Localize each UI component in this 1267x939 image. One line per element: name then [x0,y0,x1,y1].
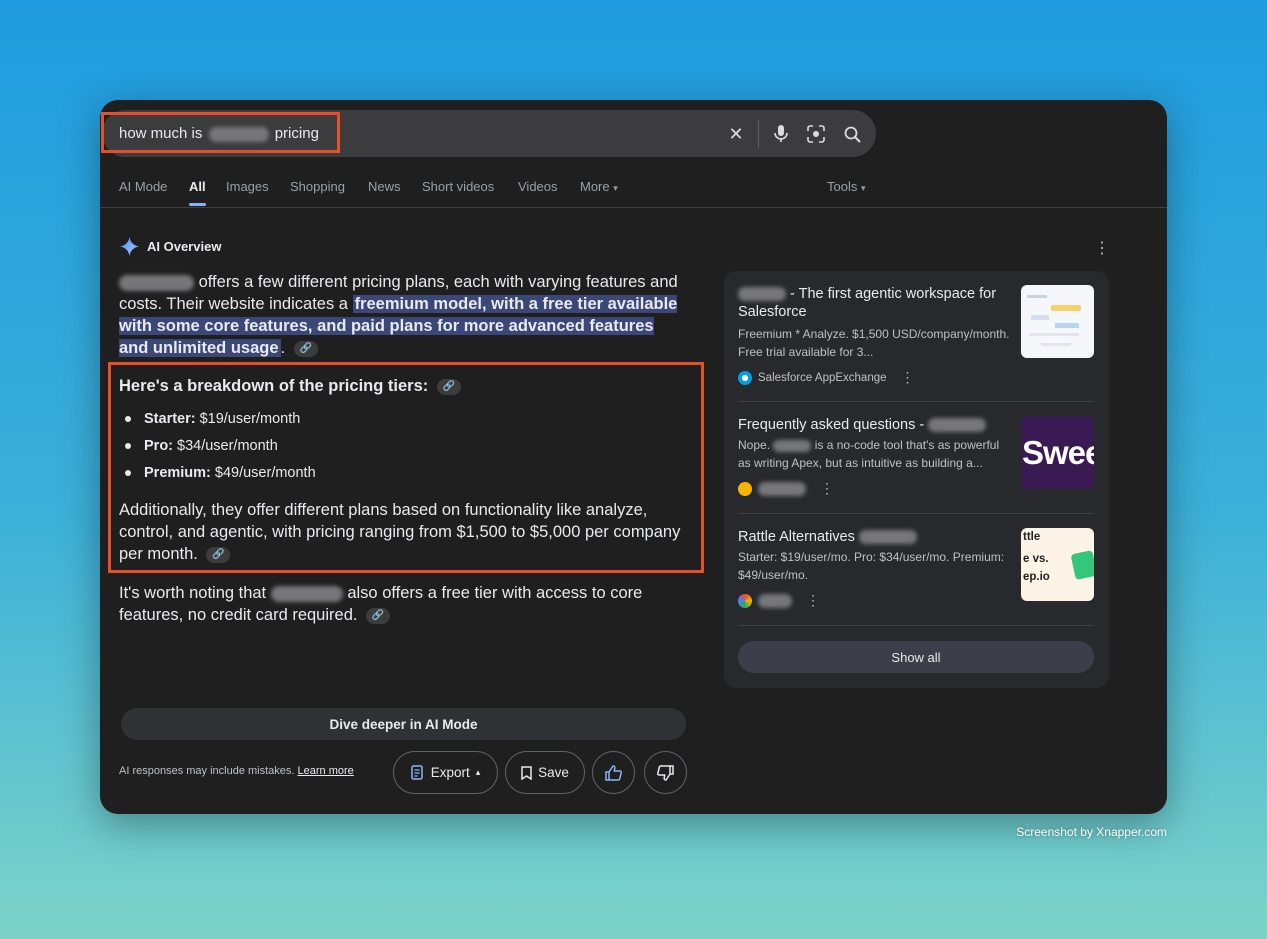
show-all-button[interactable]: Show all [738,641,1094,673]
free-tier-note: It's worth noting that also offers a fre… [119,584,643,624]
source-divider [738,625,1094,626]
more-options-icon[interactable]: ⋮ [820,480,834,497]
camera-lens-icon[interactable] [804,122,828,146]
tools-button[interactable]: Tools ▾ [827,179,866,194]
source-divider [738,401,1094,402]
overview-intro: offers a few different pricing plans, ea… [119,273,678,357]
sparkle-icon [120,237,139,256]
tab-videos[interactable]: Videos [518,179,558,194]
list-item: Premium: $49/user/month [119,459,316,486]
link-icon[interactable]: 🔗 [293,340,318,357]
source-thumbnail: Swee [1021,416,1094,489]
source-snippet: Freemium * Analyze. $1,500 USD/company/m… [738,327,1010,359]
source-card[interactable]: - The first agentic workspace for Salesf… [738,285,1094,385]
favicon-icon [738,370,752,385]
redacted-text [773,439,812,452]
search-divider [758,120,759,148]
source-thumbnail [1021,285,1094,358]
breakdown-title: Here's a breakdown of the pricing tiers:… [119,377,461,396]
tab-all[interactable]: All [189,179,206,206]
thumbs-up-button[interactable] [592,751,635,794]
sources-panel: - The first agentic workspace for Salesf… [724,271,1109,688]
more-options-icon[interactable]: ⋮ [901,369,915,386]
source-thumbnail: ttle e vs. ep.io [1021,528,1094,601]
tab-short-videos[interactable]: Short videos [422,179,494,194]
save-button[interactable]: Save [505,751,585,794]
redacted-text [928,418,987,433]
source-snippet: Starter: $19/user/mo. Pro: $34/user/mo. … [738,550,1005,582]
thumbs-down-icon [657,764,674,781]
redacted-text [270,585,343,602]
clear-icon[interactable]: ✕ [724,122,748,146]
caret-down-icon: ▾ [613,183,618,193]
source-card[interactable]: Rattle Alternatives Starter: $19/user/mo… [738,528,1094,618]
tab-news[interactable]: News [368,179,401,194]
list-item: Pro: $34/user/month [119,432,316,459]
tab-ai-mode[interactable]: AI Mode [119,179,167,194]
thumbs-up-icon [605,764,622,781]
screenshot-credit: Screenshot by Xnapper.com [1016,825,1167,839]
export-button[interactable]: Export ▴ [393,751,498,794]
source-snippet: Nope. is a no-code tool that's as powerf… [738,438,1000,470]
link-icon[interactable]: 🔗 [436,378,461,395]
source-attribution: ⋮ [738,480,834,497]
additional-info: Additionally, they offer different plans… [119,501,681,563]
redacted-text [738,287,786,302]
pricing-tiers-list: Starter: $19/user/month Pro: $34/user/mont… [119,405,316,486]
tab-shopping[interactable]: Shopping [290,179,345,194]
learn-more-link[interactable]: Learn more [298,765,354,777]
tabs-divider [100,207,1167,208]
query-highlight-box [101,112,340,153]
more-options-icon[interactable]: ⋮ [1094,238,1110,258]
browser-window: how much is pricing ✕ AI Mode All Images… [100,100,1167,814]
redacted-text [119,274,194,291]
bookmark-icon [521,765,532,780]
microphone-icon[interactable] [769,122,793,146]
disclaimer: AI responses may include mistakes. Learn… [119,765,354,777]
link-icon[interactable]: 🔗 [366,607,391,624]
favicon-icon [738,481,752,496]
source-title[interactable]: Frequently asked questions - [738,416,1008,434]
favicon-icon [738,593,752,608]
source-title[interactable]: - The first agentic workspace for Salesf… [738,285,1008,321]
redacted-text [858,530,917,545]
dive-deeper-button[interactable]: Dive deeper in AI Mode [121,708,686,740]
redacted-text [758,481,806,496]
list-item: Starter: $19/user/month [119,405,316,432]
thumbs-down-button[interactable] [644,751,687,794]
source-attribution: ⋮ [738,592,820,609]
redacted-text [758,593,792,608]
caret-up-icon: ▴ [475,767,481,777]
link-icon[interactable]: 🔗 [206,546,231,563]
search-icon[interactable] [840,122,864,146]
tab-more[interactable]: More ▾ [580,179,618,194]
tab-images[interactable]: Images [226,179,269,194]
more-options-icon[interactable]: ⋮ [806,592,820,609]
ai-overview-header: AI Overview [120,237,221,256]
source-attribution: Salesforce AppExchange ⋮ [738,369,915,386]
source-title[interactable]: Rattle Alternatives [738,528,1008,546]
source-divider [738,513,1094,514]
export-icon [410,765,423,780]
caret-down-icon: ▾ [860,183,866,193]
source-card[interactable]: Frequently asked questions - Nope. is a … [738,416,1094,516]
